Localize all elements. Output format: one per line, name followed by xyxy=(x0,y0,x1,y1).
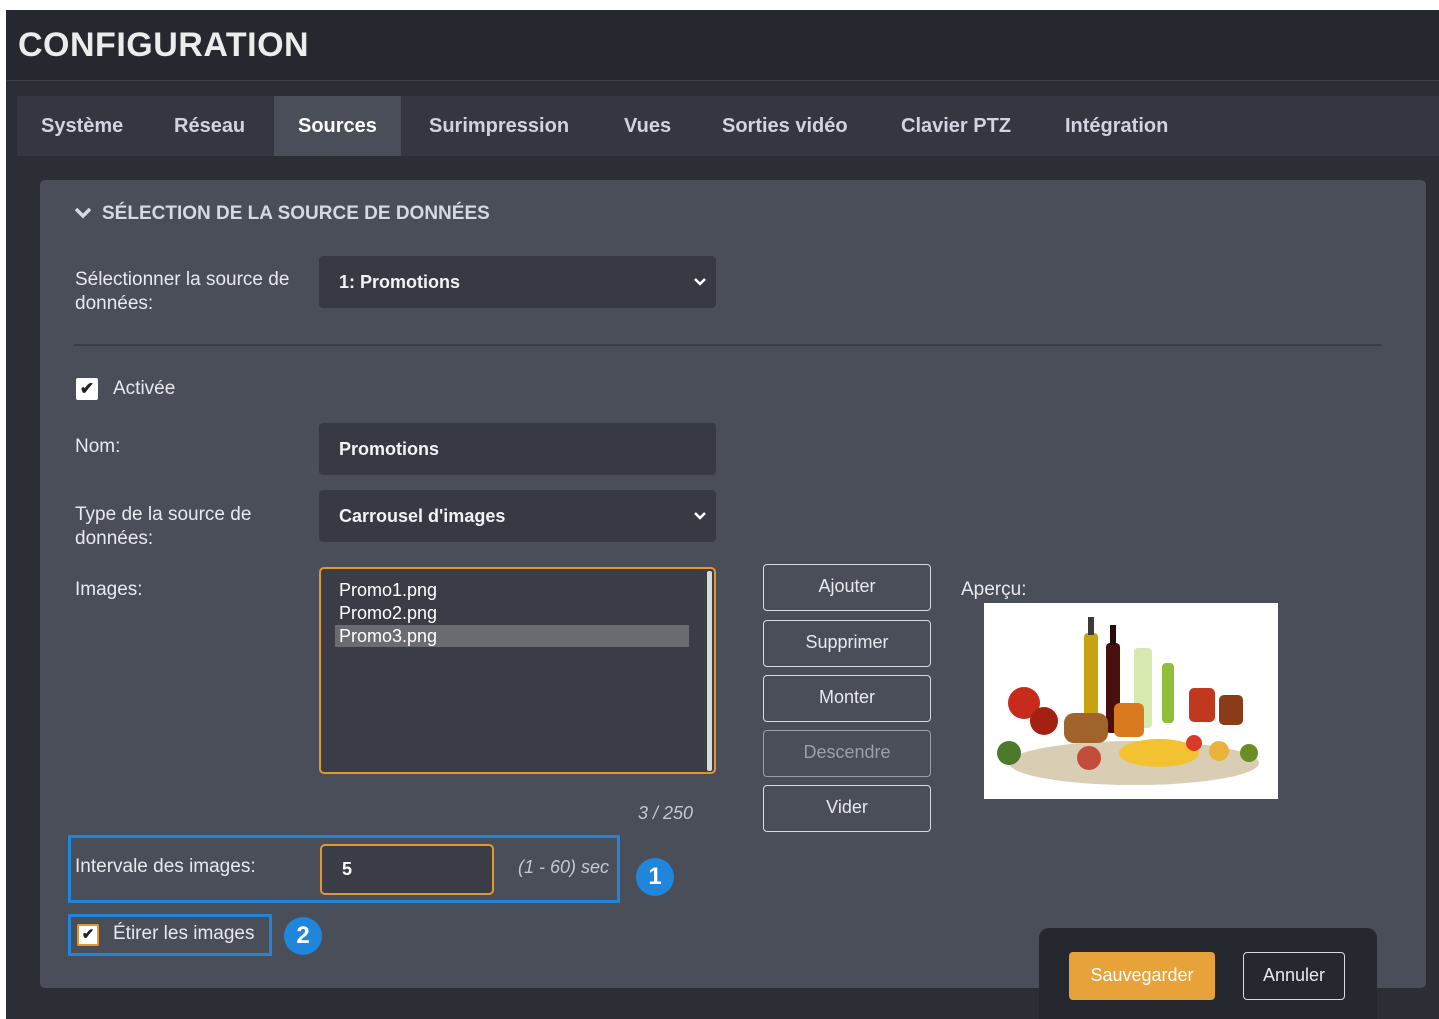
tab-bar: Système Réseau Sources Surimpression Vue… xyxy=(17,96,1439,156)
interval-label: Intervale des images: xyxy=(75,856,256,877)
tab-clavier-ptz[interactable]: Clavier PTZ xyxy=(877,96,1035,156)
move-down-button: Descendre xyxy=(763,730,931,777)
clear-button[interactable]: Vider xyxy=(763,785,931,832)
enabled-checkbox[interactable]: ✔ xyxy=(76,378,98,400)
interval-range: (1 - 60) sec xyxy=(518,857,610,877)
tab-reseau[interactable]: Réseau xyxy=(150,96,269,156)
page-title: CONFIGURATION xyxy=(18,26,310,64)
tab-integration[interactable]: Intégration xyxy=(1041,96,1192,156)
type-label: Type de la source de données: xyxy=(75,504,252,549)
section-title: SÉLECTION DE LA SOURCE DE DONNÉES xyxy=(102,203,490,224)
images-counter: 3 / 250 xyxy=(638,803,694,823)
images-label: Images: xyxy=(75,579,143,600)
chevron-down-icon xyxy=(692,256,708,308)
scrollbar[interactable] xyxy=(707,571,712,771)
move-up-button[interactable]: Monter xyxy=(763,675,931,722)
annotation-badge-2: 2 xyxy=(284,917,322,955)
annotation-badge-1: 1 xyxy=(636,858,674,896)
list-item-selected[interactable]: Promo3.png xyxy=(335,625,689,647)
tab-vues[interactable]: Vues xyxy=(600,96,695,156)
enabled-label: Activée xyxy=(113,378,176,399)
stretch-label: Étirer les images xyxy=(113,923,255,944)
source-select-label: Sélectionner la source de données: xyxy=(75,269,290,314)
interval-input[interactable]: 5 xyxy=(320,844,494,895)
preview-label: Aperçu: xyxy=(961,579,1027,600)
stretch-checkbox[interactable]: ✔ xyxy=(77,924,99,946)
source-select-value: 1: Promotions xyxy=(339,272,461,292)
name-label: Nom: xyxy=(75,436,121,457)
tab-systeme[interactable]: Système xyxy=(17,96,147,156)
divider xyxy=(74,344,1381,346)
type-select-value: Carrousel d'images xyxy=(339,506,506,526)
header: CONFIGURATION xyxy=(6,10,1439,81)
tab-surimpression[interactable]: Surimpression xyxy=(405,96,593,156)
list-item[interactable]: Promo2.png xyxy=(335,602,689,624)
save-button[interactable]: Sauvegarder xyxy=(1069,952,1215,1000)
chevron-down-icon xyxy=(74,206,92,224)
remove-button[interactable]: Supprimer xyxy=(763,620,931,667)
tab-sources[interactable]: Sources xyxy=(274,96,401,156)
chevron-down-icon xyxy=(692,490,708,542)
tab-sorties-video[interactable]: Sorties vidéo xyxy=(698,96,872,156)
list-item[interactable]: Promo1.png xyxy=(335,579,689,601)
name-input[interactable]: Promotions xyxy=(319,423,716,475)
add-button[interactable]: Ajouter xyxy=(763,564,931,611)
preview-image xyxy=(984,603,1278,799)
images-listbox[interactable]: Promo1.png Promo2.png Promo3.png xyxy=(319,567,716,774)
source-select[interactable]: 1: Promotions xyxy=(319,256,716,308)
section-header[interactable]: SÉLECTION DE LA SOURCE DE DONNÉES xyxy=(74,203,490,225)
type-select[interactable]: Carrousel d'images xyxy=(319,490,716,542)
cancel-button[interactable]: Annuler xyxy=(1243,952,1345,1000)
